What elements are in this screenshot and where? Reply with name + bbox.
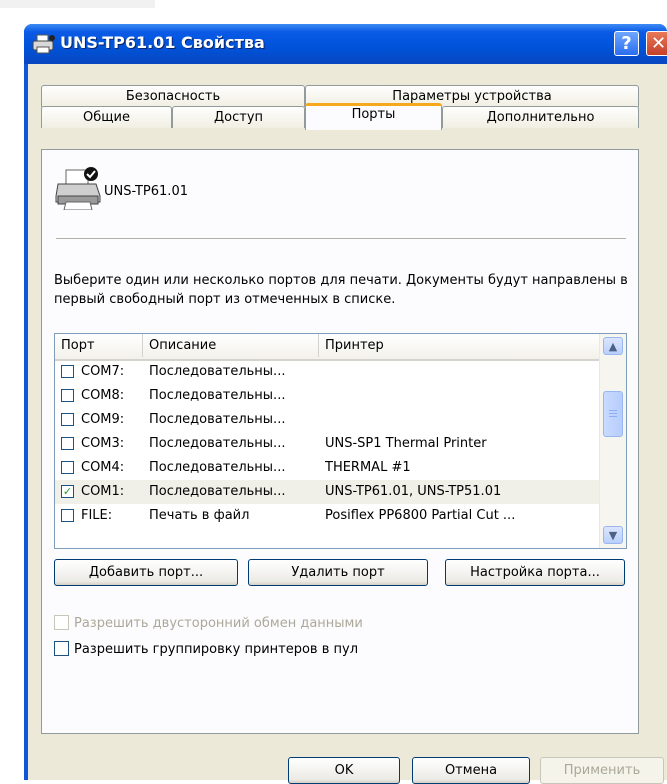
port-cell: COM8: bbox=[81, 388, 125, 403]
ports-description: Выберите один или несколько портов для п… bbox=[54, 273, 628, 307]
description-cell: Последовательны... bbox=[149, 460, 286, 475]
scroll-thumb[interactable] bbox=[603, 391, 623, 437]
help-button[interactable]: ? bbox=[614, 31, 639, 56]
window-title: UNS-TP61.01 Свойства bbox=[60, 33, 265, 52]
description-cell: Печать в файл bbox=[149, 508, 250, 523]
properties-dialog: UNS-TP61.01 Свойства ? ✕ Безопасность Па… bbox=[24, 24, 667, 784]
grip-line bbox=[609, 410, 617, 411]
column-header-printer[interactable]: Принтер bbox=[319, 334, 600, 357]
printer-cell: UNS-TP61.01, UNS-TP51.01 bbox=[325, 484, 502, 499]
tab-ports[interactable]: Порты bbox=[305, 103, 442, 130]
table-row[interactable]: FILE: Печать в файл Posiflex PP6800 Partia… bbox=[55, 504, 600, 528]
description-cell: Последовательны... bbox=[149, 436, 286, 451]
printer-name: UNS-TP61.01 bbox=[104, 184, 188, 199]
port-checkbox[interactable] bbox=[61, 413, 74, 426]
pooling-checkbox[interactable] bbox=[54, 641, 69, 656]
port-checkbox[interactable] bbox=[61, 365, 74, 378]
tab-sharing[interactable]: Доступ bbox=[172, 106, 305, 128]
table-row[interactable]: COM4: Последовательны... THERMAL #1 bbox=[55, 456, 600, 480]
ports-list-header: Порт Описание Принтер bbox=[55, 334, 600, 361]
table-row[interactable]: COM8: Последовательны... bbox=[55, 384, 600, 408]
printer-icon bbox=[32, 34, 55, 54]
port-cell: COM3: bbox=[81, 436, 125, 451]
add-port-button[interactable]: Добавить порт... bbox=[54, 559, 238, 586]
printer-cell: UNS-SP1 Thermal Printer bbox=[325, 436, 487, 451]
printer-shared-icon bbox=[55, 167, 101, 210]
port-checkbox[interactable] bbox=[61, 461, 74, 474]
close-button[interactable]: ✕ bbox=[646, 31, 667, 56]
table-row[interactable]: COM3: Последовательны... UNS-SP1 Thermal P… bbox=[55, 432, 600, 456]
port-cell: COM9: bbox=[81, 412, 125, 427]
description-cell: Последовательны... bbox=[149, 412, 286, 427]
ports-tab-panel: UNS-TP61.01 Выберите один или несколько … bbox=[41, 149, 639, 734]
pooling-label[interactable]: Разрешить группировку принтеров в пул bbox=[74, 642, 358, 657]
printer-cell: THERMAL #1 bbox=[325, 460, 411, 475]
grip-line bbox=[609, 413, 617, 414]
title-bar[interactable]: UNS-TP61.01 Свойства ? ✕ bbox=[24, 24, 667, 64]
separator bbox=[56, 238, 626, 239]
ports-list[interactable]: Порт Описание Принтер COM7: Последователь… bbox=[54, 333, 627, 549]
port-checkbox[interactable] bbox=[61, 437, 74, 450]
pooling-option[interactable]: Разрешить группировку принтеров в пул bbox=[54, 640, 358, 660]
port-cell: COM1: bbox=[81, 484, 125, 499]
port-cell: COM4: bbox=[81, 460, 125, 475]
grip-line bbox=[609, 416, 617, 417]
column-header-description[interactable]: Описание bbox=[143, 334, 319, 357]
tab-advanced[interactable]: Дополнительно bbox=[442, 106, 639, 128]
scroll-up-button[interactable]: ▲ bbox=[603, 337, 623, 355]
scroll-down-button[interactable]: ▼ bbox=[603, 526, 623, 544]
bidirectional-checkbox bbox=[54, 615, 69, 630]
description-cell: Последовательны... bbox=[149, 484, 286, 499]
delete-port-button[interactable]: Удалить порт bbox=[248, 559, 428, 586]
table-row[interactable]: ✓ COM1: Последовательны... UNS-TP61.01, UNS… bbox=[55, 480, 600, 504]
background-strip bbox=[0, 0, 155, 8]
tab-security[interactable]: Безопасность bbox=[41, 85, 305, 107]
table-row[interactable]: COM7: Последовательны... bbox=[55, 360, 600, 384]
table-row[interactable]: COM9: Последовательны... bbox=[55, 408, 600, 432]
ports-list-scrollbar[interactable]: ▲ ▼ bbox=[599, 334, 626, 548]
description-cell: Последовательны... bbox=[149, 388, 286, 403]
column-header-port[interactable]: Порт bbox=[55, 334, 143, 357]
bidirectional-label: Разрешить двусторонний обмен данными bbox=[74, 616, 363, 631]
bidirectional-option: Разрешить двусторонний обмен данными bbox=[54, 614, 363, 634]
dialog-client-area: Безопасность Параметры устройства Общие … bbox=[28, 64, 667, 784]
description-cell: Последовательны... bbox=[149, 364, 286, 379]
port-checkbox[interactable] bbox=[61, 389, 74, 402]
configure-port-button[interactable]: Настройка порта... bbox=[445, 559, 625, 586]
port-checkbox[interactable]: ✓ bbox=[61, 485, 74, 498]
printer-cell: Posiflex PP6800 Partial Cut ... bbox=[325, 508, 516, 523]
port-cell: FILE: bbox=[81, 508, 113, 523]
port-cell: COM7: bbox=[81, 364, 125, 379]
tab-general[interactable]: Общие bbox=[41, 106, 172, 128]
port-checkbox[interactable] bbox=[61, 509, 74, 522]
